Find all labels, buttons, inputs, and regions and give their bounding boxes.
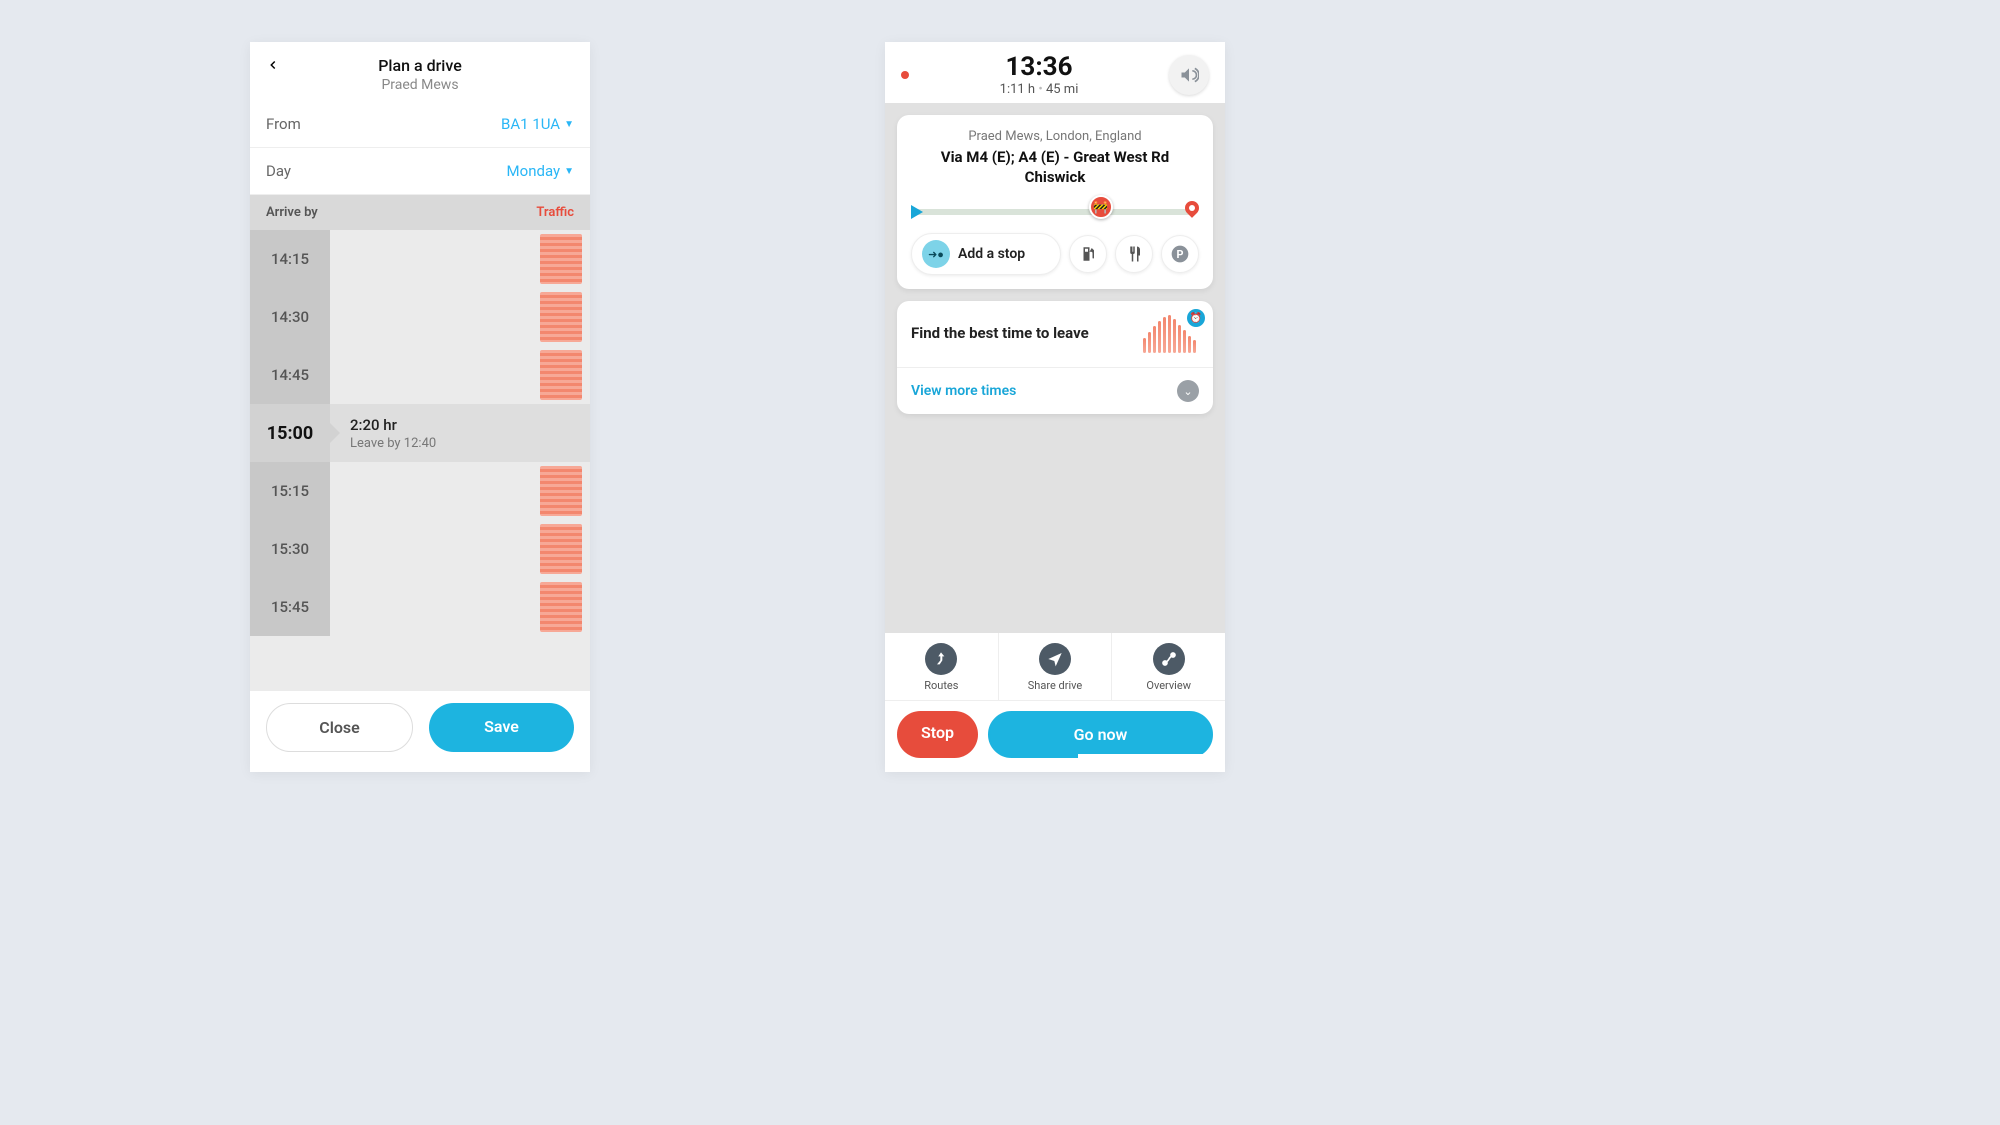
traffic-bar — [540, 582, 582, 632]
navigation-screen: 13:36 1:11 h • 45 mi Praed Mews, London,… — [885, 42, 1225, 772]
chevron-down-icon: ⌄ — [1177, 380, 1199, 402]
day-row[interactable]: Day Monday ▼ — [250, 148, 590, 195]
best-time-card: Find the best time to leave ⏰ View more … — [897, 301, 1213, 414]
view-more-button[interactable]: View more times ⌄ — [897, 367, 1213, 414]
page-subtitle: Praed Mews — [266, 77, 574, 93]
traffic-bar — [540, 234, 582, 284]
col-traffic: Traffic — [536, 205, 574, 220]
time-row[interactable]: 15:30 — [250, 520, 590, 578]
time-value: 14:45 — [250, 346, 330, 404]
recording-indicator — [901, 71, 909, 79]
route-card: Praed Mews, London, England Via M4 (E); … — [897, 115, 1213, 289]
plan-drive-screen: Plan a drive Praed Mews From BA1 1UA ▼ D… — [250, 42, 590, 772]
traffic-bar — [540, 350, 582, 400]
duration: 2:20 hr — [350, 416, 590, 434]
sound-button[interactable] — [1169, 55, 1209, 95]
day-value[interactable]: Monday ▼ — [507, 162, 574, 180]
time-value: 15:45 — [250, 578, 330, 636]
stop-button[interactable]: Stop — [897, 711, 978, 758]
action-row: Routes Share drive Overview — [885, 633, 1225, 701]
traffic-bar — [540, 524, 582, 574]
chevron-down-icon: ▼ — [564, 166, 574, 177]
add-stop-button[interactable]: ➜● Add a stop — [911, 233, 1061, 275]
fuel-button[interactable] — [1069, 235, 1107, 273]
traffic-bar — [540, 466, 582, 516]
routes-button[interactable]: Routes — [885, 633, 999, 700]
from-row[interactable]: From BA1 1UA ▼ — [250, 101, 590, 148]
route-start-icon — [911, 205, 923, 219]
save-button[interactable]: Save — [429, 703, 574, 752]
best-time-label: Find the best time to leave — [911, 324, 1089, 344]
time-table: Arrive by Traffic 14:1514:3014:4515:00 2:… — [250, 195, 590, 691]
go-row: Stop Go now — [885, 701, 1225, 772]
hazard-icon: 🚧 — [1089, 195, 1113, 219]
fuel-icon — [1079, 245, 1097, 263]
time-value: 14:30 — [250, 288, 330, 346]
best-time-row[interactable]: Find the best time to leave ⏰ — [897, 301, 1213, 367]
bottom-nav: Routes Share drive Overview Stop Go now — [885, 633, 1225, 772]
routes-icon — [925, 643, 957, 675]
time-row[interactable]: 15:15 — [250, 462, 590, 520]
nav-top-bar: 13:36 1:11 h • 45 mi — [885, 42, 1225, 103]
time-row[interactable]: 14:15 — [250, 230, 590, 288]
go-now-button[interactable]: Go now — [988, 711, 1213, 758]
overview-button[interactable]: Overview — [1112, 633, 1225, 700]
page-title: Plan a drive — [266, 56, 574, 75]
trip-summary: 1:11 h • 45 mi — [909, 82, 1169, 97]
time-value: 15:15 — [250, 462, 330, 520]
close-button[interactable]: Close — [266, 703, 413, 752]
route-via: Via M4 (E); A4 (E) - Great West Rd Chisw… — [911, 148, 1199, 187]
destination-label: Praed Mews, London, England — [911, 129, 1199, 144]
food-icon — [1125, 245, 1143, 263]
clock-icon: ⏰ — [1187, 309, 1205, 327]
parking-button[interactable]: P — [1161, 235, 1199, 273]
sound-icon — [1179, 65, 1199, 85]
time-value: 15:30 — [250, 520, 330, 578]
from-label: From — [266, 115, 301, 133]
traffic-bar — [540, 292, 582, 342]
bottom-buttons: Close Save — [250, 691, 590, 764]
leave-by: Leave by 12:40 — [350, 436, 590, 451]
col-arrive: Arrive by — [266, 205, 318, 220]
back-button[interactable] — [266, 58, 280, 72]
plan-header: Plan a drive Praed Mews — [250, 42, 590, 101]
food-button[interactable] — [1115, 235, 1153, 273]
time-value: 14:15 — [250, 230, 330, 288]
route-progress: 🚧 — [915, 209, 1195, 215]
share-button[interactable]: Share drive — [999, 633, 1113, 700]
time-row[interactable]: 15:00 2:20 hr Leave by 12:40 — [250, 404, 590, 462]
eta-block: 13:36 1:11 h • 45 mi — [909, 52, 1169, 97]
time-row[interactable]: 15:45 — [250, 578, 590, 636]
traffic-chart-icon: ⏰ — [1143, 315, 1199, 353]
stop-actions: ➜● Add a stop P — [911, 233, 1199, 275]
chevron-down-icon: ▼ — [564, 119, 574, 130]
time-value: 15:00 — [250, 404, 330, 462]
from-value[interactable]: BA1 1UA ▼ — [501, 115, 574, 133]
add-stop-icon: ➜● — [922, 240, 950, 268]
destination-pin-icon — [1182, 198, 1202, 218]
day-label: Day — [266, 162, 291, 180]
time-table-header: Arrive by Traffic — [250, 195, 590, 230]
time-row[interactable]: 14:45 — [250, 346, 590, 404]
share-icon — [1039, 643, 1071, 675]
overview-icon — [1153, 643, 1185, 675]
svg-text:P: P — [1177, 248, 1184, 261]
parking-icon: P — [1170, 244, 1190, 264]
time-row[interactable]: 14:30 — [250, 288, 590, 346]
arrival-time: 13:36 — [909, 52, 1169, 82]
